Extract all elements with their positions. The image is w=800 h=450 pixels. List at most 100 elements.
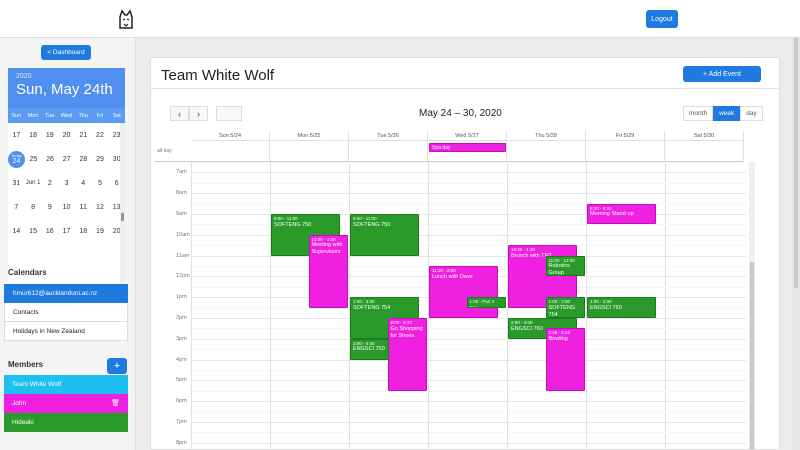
mini-calendar-day[interactable]: 9 [41,204,58,211]
mini-calendar: 2020 Sun, May 24th Sun Mon Tue Wed Thu Fri Sat… [8,68,125,283]
calendar-event[interactable]: 1:00 - Part 4 Proj [466,297,506,308]
member-item[interactable]: Hideaki [4,413,128,432]
weekday-label: Sun [11,112,22,119]
event-title: ENGSCI 760 [353,346,385,353]
hour-gridline [191,442,746,444]
top-navbar: Logout [0,0,800,38]
mini-calendar-day[interactable]: 5 [92,180,109,187]
mini-calendar-day[interactable]: 12 [92,204,109,211]
all-day-cell[interactable] [586,141,665,162]
calendar-event[interactable]: 9:00 - 11:00 SOFTENG 750 [350,214,419,256]
all-day-cell[interactable] [191,141,270,162]
date-range-title: May 24 – 30, 2020 [419,108,502,119]
calendar-item[interactable]: Holidays in New Zealand [4,322,128,341]
mini-calendar-header: 2020 Sun, May 24th [8,68,125,108]
trash-icon[interactable]: 🗑 [111,399,120,407]
mini-calendar-day[interactable]: 11 [75,204,92,211]
mini-calendar-day[interactable]: 8 [25,204,42,211]
mini-calendar-day[interactable]: 21 [75,132,92,139]
hour-label: 9am [176,211,187,217]
logout-button[interactable]: Logout [646,10,678,28]
add-event-button[interactable]: + Add Event [683,66,761,82]
mini-calendar-week-row: 17 18 19 20 21 22 23 [8,123,125,147]
member-item[interactable]: Team White Wolf [4,375,128,394]
page-scrollbar[interactable] [792,38,800,450]
hour-label: 1pm [176,294,187,301]
view-month-button[interactable]: month [683,106,714,121]
calendar-item[interactable]: hmur612@aucklanduni.ac.nz [4,284,128,303]
mini-calendar-day[interactable]: 3 [58,180,75,187]
mini-calendar-day[interactable]: 14 [8,228,25,235]
calendar-scrollbar[interactable] [749,162,755,449]
mini-calendar-day[interactable]: 22 [92,132,109,139]
wolf-logo-icon[interactable] [116,8,136,30]
event-title: Go Shopping for Shoes [390,325,423,339]
all-day-event[interactable]: Spa day [429,143,506,152]
mini-calendar-day[interactable]: 4 [75,180,92,187]
mini-calendar-day[interactable]: 19 [41,132,58,139]
today-button[interactable] [216,106,242,121]
day-column-header: Sat 5/30 [665,131,744,141]
weekday-label: Thu [78,112,88,119]
mini-calendar-day[interactable]: 17 [8,132,25,139]
all-day-cell[interactable] [507,141,586,162]
hour-label: 7pm [176,419,187,425]
calendar-event[interactable]: 11:30 - 2:00 Lunch with Dave [429,266,498,318]
mini-calendar-day[interactable]: 29 [92,156,109,163]
mini-calendar-day[interactable]: 31 [8,180,25,187]
next-week-button[interactable]: › [189,106,208,121]
hour-gridline [191,318,746,319]
dashboard-button[interactable]: < Dashboard [41,45,91,60]
calendar-event[interactable]: 2:45 - 5:45 Bowling [545,328,585,391]
half-hour-gridline [191,411,746,413]
all-day-cell[interactable] [349,141,428,162]
calendar-event[interactable]: 3:00 - 4:00 ENGSCI 760 [350,338,390,360]
mini-calendar-day[interactable]: 20 [58,132,75,139]
calendar-event[interactable]: 8:30 - 9:30 Morning Stand-up [587,203,656,225]
mini-calendar-day[interactable]: 17 [58,228,75,235]
mini-calendar-day[interactable]: 18 [25,132,42,139]
prev-week-button[interactable]: ‹ [170,106,189,121]
members-list: Team White Wolf John 🗑 Hideaki [4,375,128,432]
mini-calendar-day[interactable]: Jun 1 [25,180,42,186]
all-day-cell[interactable] [270,141,349,162]
calendar-event[interactable]: 1:00 - 2:00 SOFTENG 754 [545,297,585,318]
mini-calendar-day[interactable]: Today 24 [8,150,25,168]
mini-calendar-day[interactable]: 18 [75,228,92,235]
mini-calendar-day[interactable]: 26 [42,156,59,163]
hour-label: 5pm [176,377,187,384]
half-hour-gridline [191,203,746,205]
today-marker[interactable]: Today 24 [8,150,25,168]
view-switcher: month week day [683,106,763,121]
day-column-header: Wed 5/27 [428,131,507,141]
event-title: Lunch with Dave [432,273,473,280]
calendars-list: hmur612@aucklanduni.ac.nz Contacts Holiday… [4,284,128,341]
mini-calendar-scrollbar[interactable] [120,123,125,283]
mini-calendar-year[interactable]: 2020 [16,73,117,80]
mini-calendar-day[interactable]: 15 [25,228,42,235]
calendar-item[interactable]: Contacts [4,303,128,322]
hour-label: 8am [176,190,187,197]
hour-gridline [191,172,746,174]
calendar-event[interactable]: 2:00 - 5:45 Go Shopping for Shoes [387,318,427,391]
mini-calendar-day[interactable]: 25 [25,156,42,163]
add-member-button[interactable]: + [107,358,127,374]
mini-calendar-day[interactable]: 10 [58,204,75,211]
mini-calendar-day[interactable]: 27 [58,156,75,163]
view-day-button[interactable]: day [740,106,763,121]
member-name: Hideaki [12,419,34,426]
calendar-event[interactable]: 11:00 - 12:00 Robotics Group [545,255,585,277]
mini-calendar-day[interactable]: 7 [8,204,25,211]
day-column-header: Sun 5/24 [191,131,270,141]
calendar-event[interactable]: 10:00 - 1:30 Meeting with Supervisors [308,234,348,308]
all-day-cell[interactable] [665,141,744,162]
view-week-button[interactable]: week [713,106,741,121]
member-item[interactable]: John 🗑 [4,394,128,413]
mini-calendar-day[interactable]: 19 [92,228,109,235]
mini-calendar-date[interactable]: Sun, May 24th [16,81,117,98]
mini-calendar-day[interactable]: 16 [41,228,58,235]
calendar-panel: Team White Wolf + Add Event ‹ › May 24 –… [150,57,780,450]
mini-calendar-day[interactable]: 28 [75,156,92,163]
calendar-event[interactable]: 1:00 - 3:00 ENGSCI 760 [587,297,656,318]
mini-calendar-day[interactable]: 2 [41,180,58,187]
